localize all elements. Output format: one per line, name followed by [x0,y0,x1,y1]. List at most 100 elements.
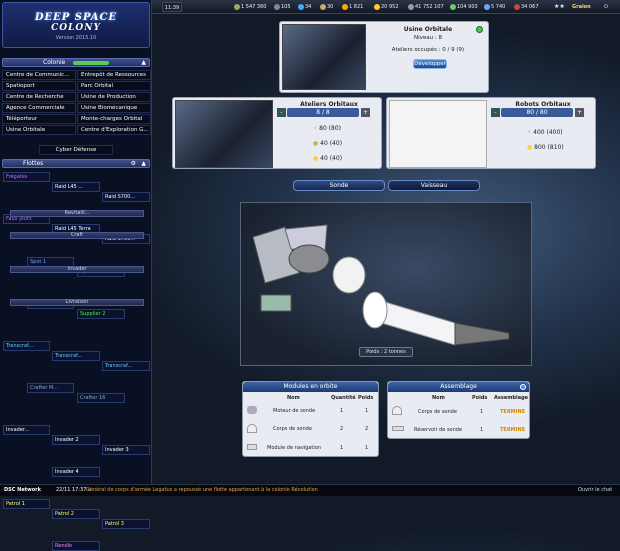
resource-item: 30 [320,2,333,12]
logo-line2: COLONY [51,23,101,33]
building-item[interactable]: Usine Orbitale [2,125,76,135]
robots-title: Robots Orbitaux [515,101,571,108]
building-item[interactable]: Téléporteur [2,114,76,124]
assembly-status: TERMINE [500,427,526,433]
colony-header[interactable]: Colonie ▲ [2,58,150,67]
ateliers-image [175,100,273,168]
star-icon[interactable]: ★★ [554,2,565,12]
col-name: Nom [287,395,300,401]
cost-energy: ⚡ 400 (400) [527,129,563,136]
fleet-item[interactable]: Invader 4 [52,467,100,477]
building-item[interactable]: Parc Orbital [77,81,151,91]
module-name[interactable]: Moteur de sonde [273,408,315,414]
settings-icon[interactable]: ⚙ [131,160,136,167]
increase-button[interactable]: + [361,108,370,117]
increase-button[interactable]: + [575,108,584,117]
fleet-item[interactable]: Raid S700... [102,192,150,202]
fleet-item[interactable]: Patrol 1 [3,499,50,509]
module-name[interactable]: Module de navigation [267,445,321,451]
collapse-icon[interactable]: ▲ [141,59,146,66]
ateliers-count: 8 / 8 [287,108,359,117]
weight-label: Poids : 2 tonnes [359,347,413,357]
version-label: Version 2015.10 [55,35,97,41]
decrease-button[interactable]: - [277,108,286,117]
fleet-item[interactable]: Rendle [52,541,100,551]
building-item[interactable]: Usine de Production [77,92,151,102]
cost-gold: ● 40 (40) [313,155,343,162]
building-item[interactable]: Usine Biomécanique [77,103,151,113]
develop-button[interactable]: Développer [413,59,447,69]
module-qty: 2 [340,426,344,432]
fleet-item[interactable]: Transcraf... [102,361,150,371]
fleet-item[interactable]: Crafter M... [27,383,74,393]
fleet-item[interactable]: Transcraf... [52,351,100,361]
cyber-defense-item[interactable]: Cyber Défense [39,145,113,155]
chat-message: Général de corps d'armée Legatus a repou… [86,487,318,493]
decrease-button[interactable]: - [491,108,500,117]
assembly-item-name[interactable]: Réservoir de sonde [414,427,462,433]
assembly-item-name[interactable]: Corps de sonde [418,409,457,415]
colony-title: Colonie [43,59,66,66]
fleet-item[interactable]: Transcraf... [3,341,50,351]
tab-vaisseau[interactable]: Vaisseau [388,180,480,191]
info-icon[interactable] [520,384,526,390]
fleet-item[interactable]: Frégates [3,172,50,182]
gold-icon: ● [313,155,319,162]
resource-item: 41 752 107 [408,2,444,12]
assembly-title: Assemblage [388,382,529,392]
fleet-item[interactable]: Invader... [3,425,50,435]
building-item[interactable]: Agence Commerciale [2,103,76,113]
tank-icon [392,426,404,431]
assembly-status: TERMINE [500,409,526,415]
fleet-group-separator: Craft [10,232,144,239]
module-name[interactable]: Corps de sonde [273,426,312,432]
building-item[interactable]: Centre de Recherche [2,92,76,102]
building-item[interactable]: Entrepôt de Ressources [77,70,151,80]
ore-icon: ● [313,140,319,147]
resource-bar: 11:39 1 547 360 105 34 30 1 821 20 952 4… [152,0,620,14]
fleet-group-separator: Invader [10,266,144,273]
logo-line1: DEEP SPACE [34,12,118,23]
assembly-item-weight: 1 [480,409,484,415]
building-item[interactable]: Spatioport [2,81,76,91]
module-qty: 1 [340,445,344,451]
fleet-item[interactable]: Supplier 2 [77,309,125,319]
col-name: Nom [432,395,445,401]
fleet-group-separator: Livraison [10,299,144,306]
module-weight: 1 [365,408,369,414]
building-item[interactable]: Monte-charges Orbital [77,114,151,124]
username[interactable]: Graïon [572,2,591,12]
building-title: Usine Orbitale [403,26,453,33]
fleet-item[interactable]: Invader 2 [52,435,100,445]
module-qty: 1 [340,408,344,414]
col-assembly: Assemblage [494,395,529,401]
body-icon [247,424,257,433]
tab-sonde[interactable]: Sonde [293,180,385,191]
cost-energy: ⚡ 80 (80) [313,125,341,132]
modules-panel: Modules en orbite Nom Quantité Poids Mot… [242,381,379,457]
logout-icon[interactable]: ⏻ [604,2,608,12]
open-chat-link[interactable]: Ouvrir le chat [578,485,612,496]
bottom-chat-bar: DSC Network 22/11 17:37 » Général de cor… [0,484,620,496]
collapse-icon[interactable]: ▲ [141,160,146,167]
probe-illustration [252,224,510,346]
fleet-item[interactable]: Patrol 3 [102,519,150,529]
fleet-item[interactable]: Invader 3 [102,445,150,455]
fleets-header[interactable]: Flottes ⚙ ▲ [2,159,150,168]
resource-item: 1 821 [342,2,363,12]
credits-icon [234,3,240,10]
building-image [282,24,366,90]
resource-item: 104 903 [450,2,478,12]
building-item[interactable]: Centre d'Exploration G... [77,125,151,135]
building-item[interactable]: Centre de Communic... [2,70,76,80]
fleet-item[interactable]: Raid L45 ... [52,182,100,192]
robots-panel: Robots Orbitaux 80 / 80 - + ⚡ 400 (400) … [386,97,596,169]
fleet-item[interactable]: Patrol 2 [52,509,100,519]
game-logo: DEEP SPACE COLONY Version 2015.10 [2,2,150,48]
robot-image [389,100,487,168]
col-weight: Poids [472,395,488,401]
network-label: DSC Network [4,487,41,493]
ateliers-panel: Ateliers Orbitaux 8 / 8 - + ⚡ 80 (80) ● … [172,97,382,169]
engine-icon [247,406,257,414]
fleet-item[interactable]: Crafter 16 [77,393,125,403]
